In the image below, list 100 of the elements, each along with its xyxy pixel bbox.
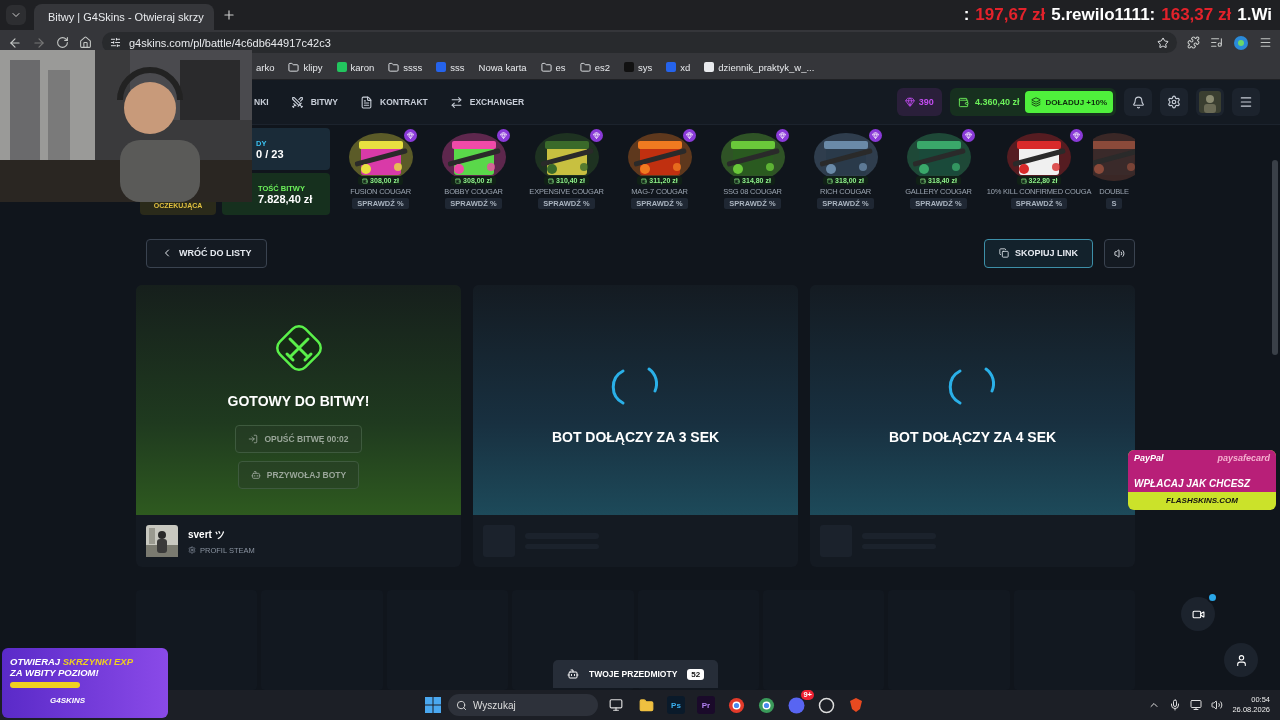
browser-icon[interactable]: [727, 696, 745, 714]
folder-icon[interactable]: [638, 697, 654, 713]
deposit-ad-banner[interactable]: PayPal paysafecard WPŁACAJ JAK CHCESZ FLASHSKINS.COM: [1128, 450, 1276, 510]
case-type-icon: [404, 129, 417, 142]
folder-icon: [388, 61, 400, 73]
bookmark[interactable]: dziennik_praktyk_w_...: [704, 61, 815, 73]
avatar-button[interactable]: [1196, 88, 1224, 116]
robot-icon: [250, 470, 261, 480]
ranking-text: 197,67 zł: [975, 5, 1046, 25]
ranking-text: 1.Wi: [1237, 5, 1272, 25]
shield-icon[interactable]: [848, 697, 864, 713]
tab-list-button[interactable]: [6, 5, 26, 25]
bot-join-title: BOT DOŁĄCZY ZA 4 SEK: [888, 429, 1057, 445]
swords-icon: [290, 95, 304, 109]
bookmark[interactable]: arko: [256, 61, 275, 73]
site-icon: [704, 62, 715, 72]
site-icon: [623, 62, 634, 72]
wallet-icon: [548, 177, 555, 184]
case-type-icon: [590, 129, 603, 142]
ranking-text: 5.rewilo1111:: [1051, 5, 1156, 25]
address-field[interactable]: g4skins.com/pl/battle/4c6db644917c42c3: [102, 32, 1177, 53]
ad-headline-line: ZA WBITY POZIOM!: [10, 667, 100, 678]
back-icon: [8, 35, 22, 50]
wallet-icon: [957, 96, 969, 108]
leave-battle-button[interactable]: OPUŚĆ BITWĘ 00:02: [235, 425, 362, 453]
app-icon[interactable]: Ps: [667, 696, 685, 714]
ranking-text: :: [963, 5, 970, 25]
bookmark[interactable]: klipy: [288, 61, 323, 73]
bookmark[interactable]: sys: [623, 61, 653, 73]
folder-icon: [579, 61, 591, 73]
bookmark-star-icon: [1157, 36, 1169, 49]
bookmark[interactable]: es2: [579, 61, 610, 73]
value-amount: 7.828,40 zł: [258, 192, 314, 205]
scrollbar[interactable]: [1272, 160, 1278, 355]
game-icon[interactable]: [817, 696, 835, 714]
home-icon: [79, 36, 92, 49]
task-view-icon[interactable]: [609, 698, 623, 712]
support-button[interactable]: [1224, 643, 1258, 677]
settings-button[interactable]: [1160, 88, 1188, 116]
wallet-icon: [1020, 177, 1027, 184]
player-name: svert ツ: [188, 527, 226, 542]
case-type-icon: [962, 129, 975, 142]
notification-dot: [1207, 592, 1218, 603]
menu-button[interactable]: [1232, 88, 1260, 116]
bookmark[interactable]: es: [540, 61, 566, 73]
ad-site: FLASHSKINS.COM: [1166, 496, 1238, 505]
site-icon: [436, 62, 447, 72]
search-icon: [456, 699, 467, 711]
browser-icon[interactable]: [757, 696, 775, 714]
folder-icon: [540, 61, 552, 73]
menu-icon: [1259, 36, 1272, 49]
bookmark[interactable]: ssss: [388, 61, 423, 73]
payment-logo: PayPal: [1134, 453, 1164, 463]
exp-ad-banner[interactable]: OTWIERAJ SKRZYNKI EXP ZA WBITY POZIOM! G4SKINS: [2, 648, 168, 718]
copy-link-button[interactable]: SKOPIUJ LINK: [984, 238, 1093, 268]
call-bots-button[interactable]: PRZYWOŁAJ BOTY: [237, 461, 360, 489]
back-to-list-button[interactable]: WRÓĆ DO LISTY: [146, 238, 267, 268]
wallet-icon: [455, 177, 462, 184]
rounds-value: 0 / 23: [256, 147, 285, 160]
search-field[interactable]: Wyszukaj: [448, 694, 598, 716]
windows-icon[interactable]: [424, 696, 442, 714]
site-icon: [666, 62, 677, 72]
wallet-icon: [734, 177, 741, 184]
forward-icon: [32, 35, 46, 50]
browser-tab[interactable]: Bitwy | G4Skins - Otwieraj skrzy: [34, 4, 214, 30]
nav-link[interactable]: KONTRAKT: [360, 95, 428, 109]
site-icon: [336, 62, 347, 72]
wallet-icon: [827, 177, 834, 184]
bookmark[interactable]: xd: [666, 61, 691, 73]
points-counter: 390: [896, 88, 942, 116]
bookmark[interactable]: karon: [336, 61, 375, 73]
settings-icon: [1167, 95, 1181, 109]
inventory-button[interactable]: TWOJE PRZEDMIOTY 52: [553, 660, 719, 688]
microphone-icon: [1169, 699, 1182, 711]
nav-link[interactable]: EXCHANGER: [449, 95, 525, 109]
deposit-button[interactable]: DOŁADUJ +10%: [1025, 91, 1113, 113]
bookmark[interactable]: sss: [436, 61, 465, 73]
media-icon: [1210, 36, 1223, 49]
chat-app-icon[interactable]: [787, 696, 805, 714]
person-icon: [1234, 653, 1248, 667]
exchange-icon: [449, 95, 463, 109]
reload-icon: [56, 36, 69, 49]
document-icon: [360, 95, 374, 109]
ad-slogan: WPŁACAJ JAK CHCESZ: [1134, 478, 1252, 489]
case-type-icon: [869, 129, 882, 142]
nav-link[interactable]: NKI: [254, 95, 269, 109]
bookmark[interactable]: Nowa karta: [478, 61, 527, 73]
nav-link[interactable]: BITWY: [290, 95, 339, 109]
wallet-icon: [920, 177, 927, 184]
sound-button[interactable]: [1104, 238, 1135, 268]
extensions-icon: [1187, 36, 1200, 49]
notifications-button[interactable]: [1124, 88, 1152, 116]
volume-icon: [1211, 699, 1224, 711]
wallet-icon: [641, 177, 648, 184]
ad-headline-line: OTWIERAJ SKRZYNKI EXP: [10, 656, 134, 667]
app-icon[interactable]: Pr: [697, 696, 715, 714]
display-icon: [1190, 699, 1203, 711]
payment-logo: paysafecard: [1217, 453, 1270, 463]
exit-icon: [248, 434, 259, 444]
case-type-icon: [683, 129, 696, 142]
